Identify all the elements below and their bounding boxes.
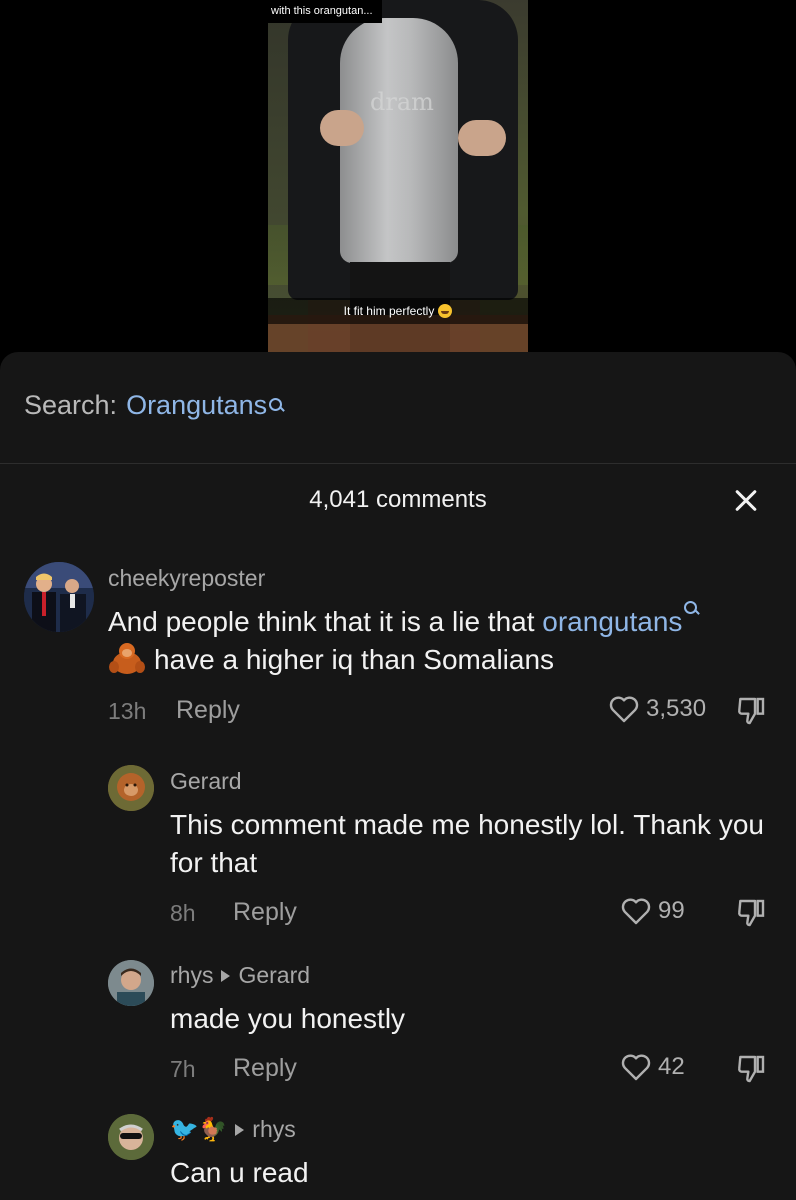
- comment-text: Can u read: [170, 1157, 309, 1188]
- reply-arrow-icon: [235, 1123, 245, 1136]
- reply-button[interactable]: Reply: [233, 898, 297, 927]
- search-link[interactable]: orangutans: [542, 606, 682, 637]
- comment-time: 7h: [170, 1056, 196, 1082]
- username-text[interactable]: Gerard: [170, 768, 242, 795]
- avatar[interactable]: [108, 765, 154, 811]
- like-count: 3,530: [646, 695, 707, 722]
- search-icon: [269, 396, 285, 416]
- heart-icon: [621, 1054, 651, 1081]
- reply-arrow-icon: [221, 969, 231, 982]
- search-suggestion[interactable]: Search: Orangutans: [24, 390, 285, 421]
- reply-to-username[interactable]: rhys: [252, 1116, 295, 1143]
- close-icon[interactable]: [732, 486, 762, 516]
- heart-icon: [609, 696, 639, 723]
- video-caption: It fit him perfectly: [268, 298, 528, 324]
- comment-text: This comment made me honestly lol. Thank…: [170, 809, 764, 878]
- heart-icon: [621, 898, 651, 925]
- avatar[interactable]: [108, 960, 154, 1006]
- laughing-emoji-icon: [438, 304, 453, 318]
- like-button[interactable]: 99: [620, 896, 685, 926]
- like-count: 42: [658, 1053, 685, 1080]
- comment-username[interactable]: cheekyreposter: [108, 565, 265, 592]
- comment-time: 13h: [108, 698, 147, 724]
- comments-sheet: Search: Orangutans 4,041 comments cheeky…: [0, 352, 796, 1200]
- comment-text-part: have a higher iq than Somalians: [154, 644, 555, 675]
- comment-username[interactable]: 🐦🐓 rhys: [170, 1116, 296, 1143]
- comment-text: made you honestly: [170, 1003, 406, 1034]
- username-text[interactable]: rhys: [170, 962, 213, 989]
- search-icon: [684, 599, 701, 619]
- video-caption-text: It fit him perfectly: [343, 304, 435, 318]
- dislike-icon[interactable]: [735, 1053, 767, 1085]
- comment-username[interactable]: rhys Gerard: [170, 962, 310, 989]
- video-hand-right: [458, 120, 506, 156]
- reply-button[interactable]: Reply: [176, 696, 240, 725]
- orangutan-emoji-icon: [109, 643, 145, 674]
- dislike-icon[interactable]: [735, 695, 767, 727]
- divider: [0, 463, 796, 464]
- avatar[interactable]: [108, 1114, 154, 1160]
- username-text[interactable]: 🐦🐓: [170, 1116, 227, 1143]
- reply-button[interactable]: Reply: [233, 1054, 297, 1083]
- search-term[interactable]: Orangutans: [126, 390, 267, 421]
- username-text[interactable]: cheekyreposter: [108, 565, 265, 592]
- reply-to-username[interactable]: Gerard: [238, 962, 310, 989]
- like-button[interactable]: 42: [620, 1052, 685, 1082]
- comment-text: And people think that it is a lie that o…: [108, 601, 778, 679]
- comments-count: 4,041 comments: [309, 486, 487, 513]
- avatar[interactable]: [24, 562, 94, 632]
- dislike-icon[interactable]: [735, 897, 767, 929]
- video-area[interactable]: dram with this orangutan... It fit him p…: [0, 0, 796, 360]
- like-count: 99: [658, 897, 685, 924]
- video-title: with this orangutan...: [262, 0, 382, 23]
- comment-username[interactable]: Gerard: [170, 768, 242, 795]
- search-prefix: Search:: [24, 390, 118, 420]
- shirt-print: dram: [370, 88, 434, 116]
- comment-text-part: And people think that it is a lie that: [108, 606, 543, 637]
- like-button[interactable]: 3,530: [608, 694, 706, 724]
- video-hand-left: [320, 110, 364, 146]
- comment-time: 8h: [170, 900, 196, 926]
